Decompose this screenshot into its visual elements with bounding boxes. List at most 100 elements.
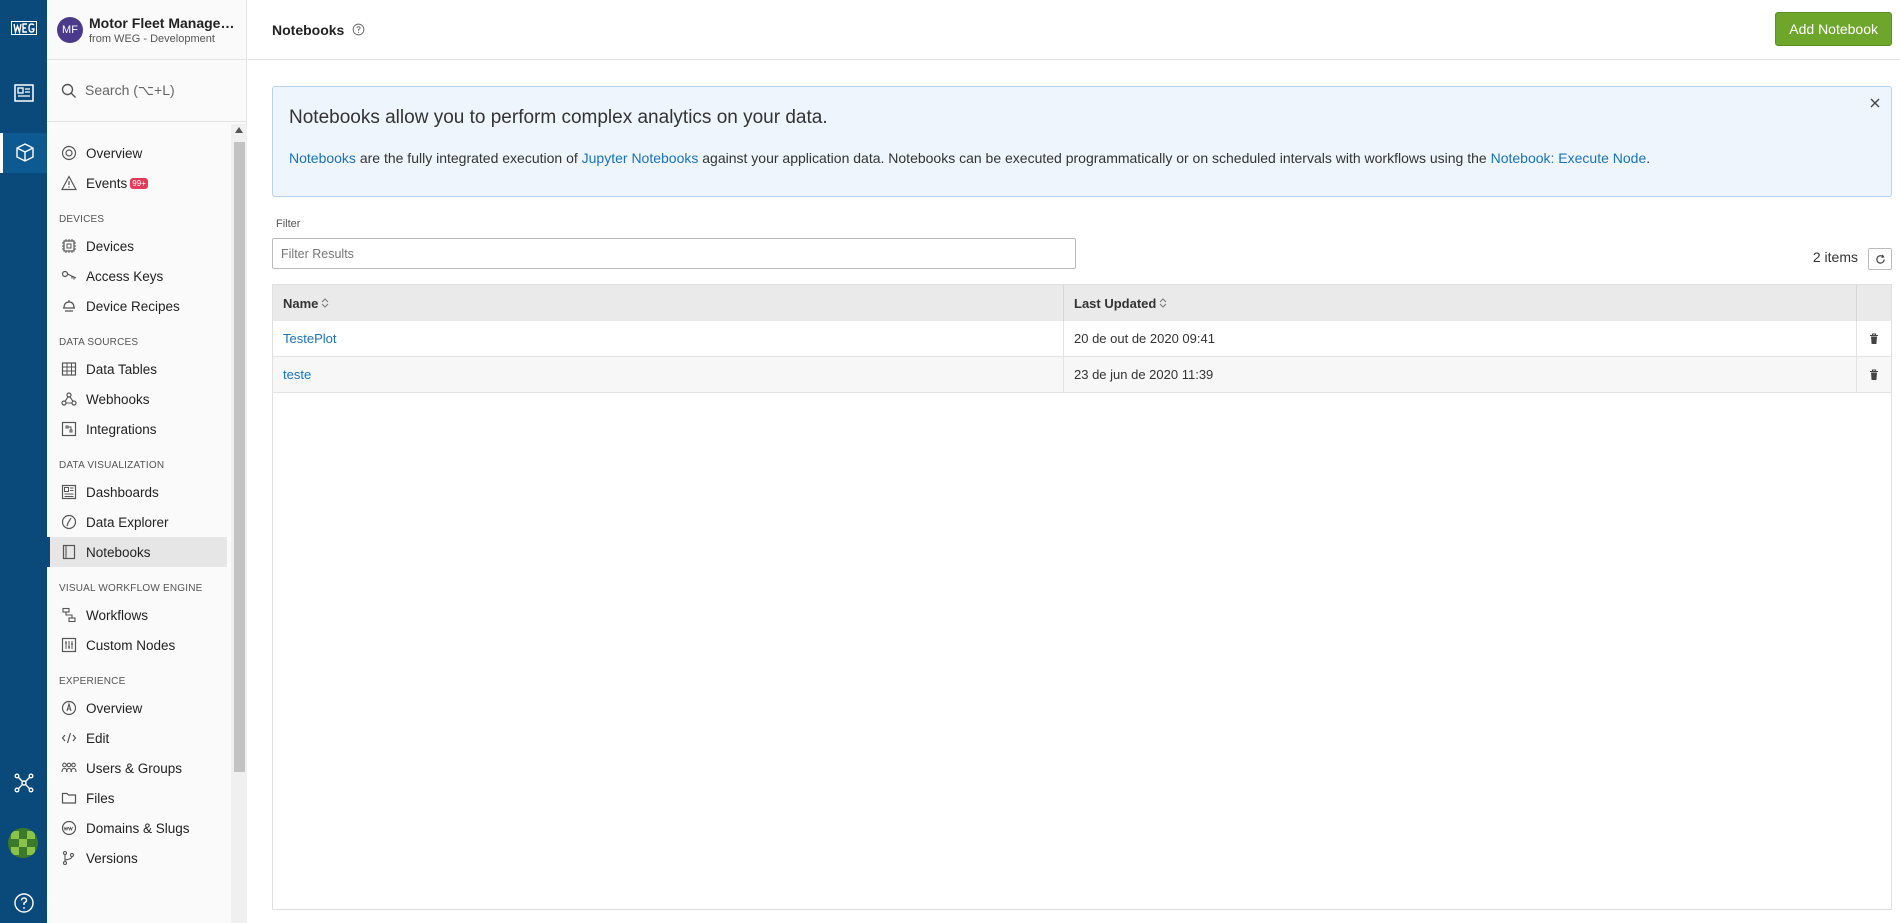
scroll-up-arrow-icon[interactable]	[235, 127, 243, 133]
column-header-name[interactable]: Name	[273, 285, 1064, 321]
refresh-button[interactable]	[1868, 248, 1892, 270]
sidebar-item-edit[interactable]: Edit	[47, 723, 227, 753]
sidebar-item-label: Access Keys	[86, 268, 164, 284]
sort-icon	[1159, 298, 1167, 308]
sort-icon	[322, 298, 329, 308]
branch-icon	[62, 850, 75, 866]
sidebar-nav: Overview Events 99+ DEVICES Devices Acce…	[47, 124, 231, 923]
search-icon	[61, 83, 76, 98]
app-title: Motor Fleet Manageme...	[89, 14, 245, 31]
jupyter-notebooks-link[interactable]: Jupyter Notebooks	[582, 150, 699, 166]
sidebar: MF Motor Fleet Manageme... from WEG - De…	[47, 0, 247, 923]
icon-rail	[0, 0, 47, 923]
search-button[interactable]: Search (⌥+L)	[47, 60, 246, 122]
sidebar-item-overview[interactable]: Overview	[47, 138, 227, 168]
sidebar-item-label: Custom Nodes	[86, 637, 176, 653]
folder-icon	[61, 792, 77, 804]
column-header-label: Last Updated	[1074, 295, 1157, 311]
sidebar-item-label: Integrations	[86, 421, 157, 437]
dashboard-icon	[13, 84, 34, 102]
cube-icon	[16, 143, 34, 162]
main-content: Notebooks Add Notebook Notebooks allow y…	[248, 0, 1900, 923]
search-placeholder: Search (⌥+L)	[85, 82, 175, 98]
add-notebook-button[interactable]: Add Notebook	[1775, 12, 1892, 46]
notebook-link[interactable]: TestePlot	[283, 331, 336, 346]
sidebar-item-data-tables[interactable]: Data Tables	[47, 354, 227, 384]
sidebar-item-label: Workflows	[86, 607, 149, 623]
rail-network-button[interactable]	[0, 763, 47, 803]
table-header: Name Last Updated	[273, 285, 1891, 321]
app-header[interactable]: MF Motor Fleet Manageme... from WEG - De…	[47, 0, 246, 60]
weg-logo[interactable]	[8, 12, 39, 44]
items-count: 2 items	[1812, 249, 1858, 265]
column-header-last-updated[interactable]: Last Updated	[1064, 285, 1857, 321]
sidebar-item-domains-slugs[interactable]: Domains & Slugs	[47, 813, 227, 843]
table-cell-last-updated: 23 de jun de 2020 11:39	[1064, 357, 1857, 392]
sidebar-item-notebooks[interactable]: Notebooks	[47, 537, 227, 567]
sidebar-item-files[interactable]: Files	[47, 783, 227, 813]
sidebar-item-label: Domains & Slugs	[86, 820, 190, 836]
sidebar-item-webhooks[interactable]: Webhooks	[47, 384, 227, 414]
rail-dashboards-button[interactable]	[0, 73, 47, 113]
sidebar-item-events[interactable]: Events 99+	[47, 168, 227, 198]
recipe-icon	[63, 300, 75, 312]
close-icon[interactable]	[1869, 97, 1881, 109]
sidebar-item-devices[interactable]: Devices	[47, 231, 227, 261]
notebook-link[interactable]: teste	[283, 367, 311, 382]
app-subtitle: from WEG - Development	[89, 32, 215, 45]
table-row: TestePlot 20 de out de 2020 09:41	[273, 321, 1891, 357]
events-count-badge: 99+	[130, 177, 148, 189]
table-cell-actions	[1857, 357, 1891, 392]
column-header-actions	[1857, 285, 1891, 321]
sidebar-item-experience-overview[interactable]: Overview	[47, 693, 227, 723]
table-row: teste 23 de jun de 2020 11:39	[273, 357, 1891, 393]
table-cell-actions	[1857, 321, 1891, 356]
sidebar-item-label: Data Explorer	[86, 514, 169, 530]
sidebar-item-users-groups[interactable]: Users & Groups	[47, 753, 227, 783]
custom-nodes-icon	[61, 637, 77, 653]
sidebar-item-versions[interactable]: Versions	[47, 843, 227, 873]
section-workflow-engine: VISUAL WORKFLOW ENGINE	[59, 583, 203, 594]
sidebar-scrollbar[interactable]	[231, 124, 247, 923]
sidebar-item-label: Users & Groups	[86, 760, 183, 776]
sidebar-item-workflows[interactable]: Workflows	[47, 600, 227, 630]
sidebar-item-label: Overview	[86, 700, 143, 716]
filter-label: Filter	[276, 218, 301, 230]
info-text: Notebooks are the fully integrated execu…	[289, 150, 1875, 166]
help-circle-icon	[13, 893, 34, 913]
notebook-execute-node-link[interactable]: Notebook: Execute Node	[1491, 150, 1647, 166]
sidebar-item-device-recipes[interactable]: Device Recipes	[47, 291, 227, 321]
sidebar-item-access-keys[interactable]: Access Keys	[47, 261, 227, 291]
code-edit-icon	[61, 732, 77, 744]
notebooks-docs-link[interactable]: Notebooks	[289, 150, 356, 166]
sidebar-item-label: Webhooks	[86, 391, 150, 407]
info-banner: Notebooks allow you to perform complex a…	[272, 86, 1892, 197]
table-cell-name: TestePlot	[273, 321, 1064, 356]
help-icon[interactable]	[352, 23, 365, 36]
sidebar-item-custom-nodes[interactable]: Custom Nodes	[47, 630, 227, 660]
column-header-label: Name	[283, 295, 319, 311]
sidebar-item-data-explorer[interactable]: Data Explorer	[47, 507, 227, 537]
rail-applications-button[interactable]	[0, 133, 47, 173]
sidebar-item-label: Notebooks	[86, 544, 151, 560]
rail-help-button[interactable]	[0, 883, 47, 923]
sidebar-item-label: Device Recipes	[86, 298, 180, 314]
section-experience: EXPERIENCE	[59, 676, 126, 687]
sidebar-item-label: Devices	[86, 238, 135, 254]
refresh-icon	[1875, 254, 1885, 264]
user-avatar[interactable]	[8, 828, 38, 858]
sidebar-item-dashboards[interactable]: Dashboards	[47, 477, 227, 507]
experience-overview-icon	[61, 700, 77, 716]
sidebar-item-label: Versions	[86, 850, 138, 866]
notebooks-table: Name Last Updated TestePlot 20 de out de…	[272, 284, 1892, 910]
section-devices: DEVICES	[59, 214, 105, 225]
warning-icon	[61, 175, 77, 191]
filter-input[interactable]	[272, 238, 1076, 269]
trash-icon[interactable]	[1869, 332, 1879, 345]
sidebar-item-label: Overview	[86, 145, 143, 161]
scrollbar-thumb[interactable]	[234, 142, 245, 772]
workflow-icon	[62, 607, 76, 623]
trash-icon[interactable]	[1869, 368, 1879, 381]
integrations-icon	[61, 421, 77, 437]
sidebar-item-integrations[interactable]: Integrations	[47, 414, 227, 444]
